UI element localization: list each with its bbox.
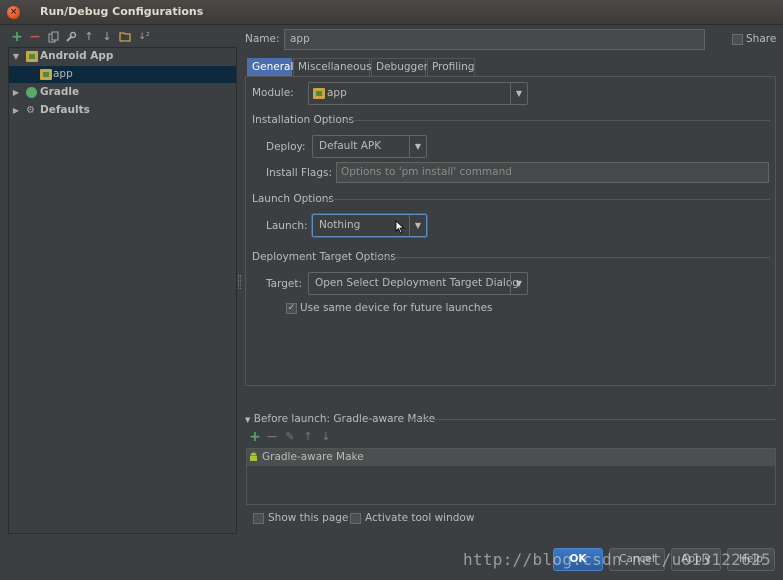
activate-tool-checkbox[interactable] xyxy=(350,513,361,524)
android-app-icon xyxy=(40,69,52,80)
move-up-icon[interactable]: ↑ xyxy=(302,431,314,443)
close-window-button[interactable]: × xyxy=(7,6,20,19)
android-app-icon xyxy=(26,51,38,62)
tree-item-gradle[interactable]: ▶ Gradle xyxy=(9,84,236,101)
target-label: Target: xyxy=(266,278,303,290)
deploy-select[interactable]: Default APK ▼ xyxy=(312,135,427,158)
chevron-down-icon[interactable]: ▼ xyxy=(510,83,527,104)
expanded-arrow-icon: ▼ xyxy=(245,416,251,424)
wrench-icon[interactable] xyxy=(65,31,77,43)
remove-task-icon[interactable]: − xyxy=(266,430,278,444)
list-item[interactable]: Gradle-aware Make xyxy=(247,449,775,466)
launch-value: Nothing xyxy=(319,219,361,231)
installation-options-title: Installation Options xyxy=(252,114,355,126)
module-icon xyxy=(313,88,325,99)
before-launch-header[interactable]: ▼ Before launch: Gradle-aware Make xyxy=(245,413,435,425)
close-icon: × xyxy=(9,7,18,17)
collapsed-arrow-icon[interactable]: ▶ xyxy=(11,102,21,119)
deploy-value: Default APK xyxy=(319,140,382,152)
before-launch-list[interactable]: Gradle-aware Make xyxy=(246,448,776,505)
splitter-handle[interactable] xyxy=(238,275,241,289)
deploy-label: Deploy: xyxy=(266,141,306,153)
folder-icon[interactable] xyxy=(119,31,131,43)
divider xyxy=(327,199,770,200)
activate-tool-label: Activate tool window xyxy=(365,512,475,524)
tab-profiling[interactable]: Profiling xyxy=(427,58,475,76)
divider xyxy=(344,120,770,121)
module-select[interactable]: app ▼ xyxy=(308,82,528,105)
task-label: Gradle-aware Make xyxy=(262,451,364,463)
collapsed-arrow-icon[interactable]: ▶ xyxy=(11,84,21,101)
launch-options-title: Launch Options xyxy=(252,193,334,205)
divider xyxy=(375,257,770,258)
target-value: Open Select Deployment Target Dialog xyxy=(315,277,519,289)
name-label: Name: xyxy=(245,33,280,45)
remove-icon[interactable]: − xyxy=(29,30,41,44)
wrench-icon: ⚙ xyxy=(26,105,35,116)
share-checkbox[interactable] xyxy=(732,34,743,45)
same-device-label: Use same device for future launches xyxy=(300,302,493,314)
mouse-cursor-icon xyxy=(395,220,405,234)
gradle-icon xyxy=(26,87,37,98)
before-launch-title: Before launch: Gradle-aware Make xyxy=(253,413,436,425)
tab-general[interactable]: General xyxy=(247,58,293,76)
install-flags-label: Install Flags: xyxy=(266,167,333,179)
configuration-tree[interactable]: ▼ Android App app ▶ Gradle ▶ ⚙ Defaults xyxy=(8,47,237,534)
tree-item-label: app xyxy=(53,68,73,80)
share-label: Share xyxy=(746,33,777,45)
move-down-icon[interactable]: ↓ xyxy=(320,431,332,443)
tree-item-label: Android App xyxy=(40,50,114,62)
watermark-text: http://blog.csdn.net/u013122625 xyxy=(463,550,771,569)
move-down-icon[interactable]: ↓ xyxy=(101,31,113,43)
tree-item-label: Gradle xyxy=(40,86,80,98)
copy-icon[interactable] xyxy=(47,31,59,43)
name-input[interactable]: app xyxy=(284,29,705,50)
add-task-icon[interactable]: + xyxy=(249,430,261,444)
same-device-checkbox[interactable]: ✓ xyxy=(286,303,297,314)
add-icon[interactable]: + xyxy=(11,30,23,44)
chevron-down-icon[interactable]: ▼ xyxy=(510,273,527,294)
tree-item-app[interactable]: app xyxy=(9,66,236,83)
tree-item-defaults[interactable]: ▶ ⚙ Defaults xyxy=(9,102,236,119)
show-page-checkbox[interactable] xyxy=(253,513,264,524)
divider xyxy=(411,419,776,420)
tree-item-label: Defaults xyxy=(40,104,90,116)
expanded-arrow-icon[interactable]: ▼ xyxy=(11,48,21,65)
chevron-down-icon[interactable]: ▼ xyxy=(409,136,426,157)
edit-icon[interactable]: ✎ xyxy=(284,431,296,443)
target-select[interactable]: Open Select Deployment Target Dialog ▼ xyxy=(308,272,528,295)
module-label: Module: xyxy=(252,87,294,99)
tree-item-android-app[interactable]: ▼ Android App xyxy=(9,48,236,65)
tab-debugger[interactable]: Debugger xyxy=(371,58,428,76)
tab-miscellaneous[interactable]: Miscellaneous xyxy=(293,58,372,76)
sort-icon[interactable]: ↓² xyxy=(138,31,150,43)
launch-label: Launch: xyxy=(266,220,308,232)
move-up-icon[interactable]: ↑ xyxy=(83,31,95,43)
window-title: Run/Debug Configurations xyxy=(40,5,204,18)
install-flags-input[interactable]: Options to 'pm install' command xyxy=(336,162,769,183)
launch-select[interactable]: Nothing ▼ xyxy=(312,214,427,237)
android-icon xyxy=(249,452,258,463)
chevron-down-icon[interactable]: ▼ xyxy=(409,215,426,236)
show-page-label: Show this page xyxy=(268,512,349,524)
